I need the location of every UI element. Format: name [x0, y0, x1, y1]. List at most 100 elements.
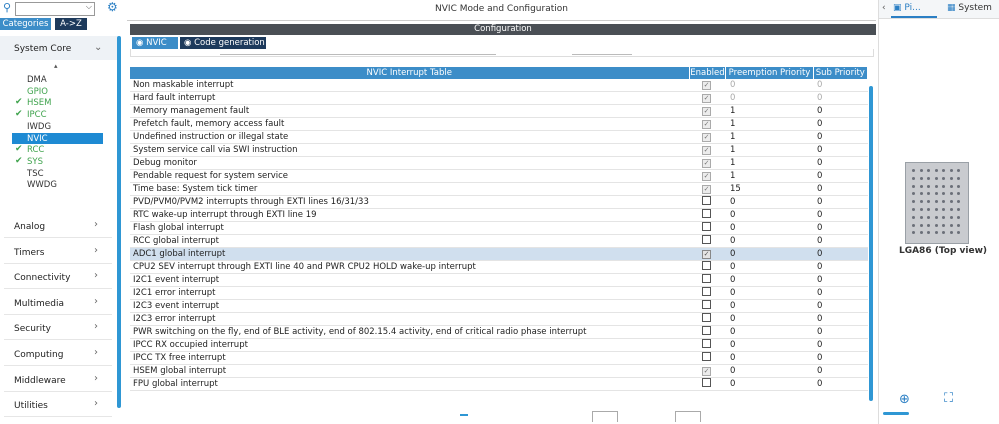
sub-priority[interactable]: 0 [813, 104, 868, 118]
category-item-tsc[interactable]: TSC [27, 169, 103, 180]
enabled-checkbox[interactable]: ✓ [702, 185, 711, 194]
sub-priority[interactable]: 0 [813, 234, 868, 248]
enabled-checkbox[interactable]: ✓ [702, 133, 711, 142]
table-row[interactable]: FPU global interrupt 0 0 [130, 377, 868, 391]
table-row[interactable]: System service call via SWI instruction ✓… [130, 143, 868, 157]
table-row[interactable]: Time base: System tick timer ✓ 15 0 [130, 182, 868, 196]
sub-priority[interactable]: 0 [813, 299, 868, 313]
preemption-priority[interactable]: 0 [725, 221, 814, 235]
enabled-checkbox[interactable] [702, 222, 711, 231]
chevron-down-icon[interactable]: ⌄ [94, 42, 102, 53]
chevron-right-icon[interactable]: › [94, 219, 98, 230]
sub-priority[interactable]: 0 [813, 143, 868, 157]
table-row[interactable]: ADC1 global interrupt ✓ 0 0 [130, 247, 868, 261]
section-middleware[interactable]: Middleware [14, 376, 66, 386]
column-header-name[interactable]: NVIC Interrupt Table [130, 67, 690, 79]
category-item-iwdg[interactable]: IWDG [27, 122, 103, 133]
preemption-priority[interactable]: 15 [725, 182, 814, 196]
table-row[interactable]: Pendable request for system service ✓ 1 0 [130, 169, 868, 183]
sub-priority[interactable]: 0 [813, 91, 868, 105]
enabled-checkbox[interactable] [702, 313, 711, 322]
left-scrollbar[interactable] [117, 36, 121, 408]
table-row[interactable]: PVD/PVM0/PVM2 interrupts through EXTI li… [130, 195, 868, 209]
sub-priority[interactable]: 0 [813, 338, 868, 352]
table-row[interactable]: Prefetch fault, memory access fault ✓ 1 0 [130, 117, 868, 131]
filter-dropdown[interactable] [572, 50, 632, 55]
fit-screen-icon[interactable]: ⛶ [944, 391, 953, 406]
enabled-checkbox[interactable]: ✓ [702, 120, 711, 129]
section-utilities[interactable]: Utilities [14, 401, 48, 411]
chevron-right-icon[interactable]: › [94, 347, 98, 358]
enabled-checkbox[interactable] [702, 352, 711, 361]
section-security[interactable]: Security [14, 324, 51, 334]
preemption-priority[interactable]: 0 [725, 364, 814, 378]
category-item-gpio[interactable]: GPIO [27, 87, 103, 98]
table-row[interactable]: RTC wake-up interrupt through EXTI line … [130, 208, 868, 222]
filter-field[interactable] [220, 50, 496, 55]
chevron-right-icon[interactable]: › [94, 296, 98, 307]
preemption-priority[interactable]: 0 [725, 79, 814, 92]
enabled-checkbox[interactable] [702, 196, 711, 205]
enabled-checkbox[interactable]: ✓ [702, 159, 711, 168]
gear-icon[interactable]: ⚙ [107, 0, 118, 14]
category-item-hsem[interactable]: HSEM [27, 98, 103, 109]
section-timers[interactable]: Timers [14, 248, 44, 258]
sub-priority[interactable]: 0 [813, 377, 868, 391]
preemption-priority[interactable]: 0 [725, 338, 814, 352]
table-row[interactable]: HSEM global interrupt ✓ 0 0 [130, 364, 868, 378]
preemption-priority[interactable]: 1 [725, 130, 814, 144]
chevron-right-icon[interactable]: › [94, 398, 98, 409]
enabled-checkbox[interactable]: ✓ [702, 172, 711, 181]
sub-priority[interactable]: 0 [813, 79, 868, 92]
tab-nvic[interactable]: ◉ NVIC [132, 37, 178, 49]
section-analog[interactable]: Analog [14, 222, 45, 232]
sort-icon[interactable]: ▴ [54, 62, 58, 70]
preemption-priority[interactable]: 0 [725, 208, 814, 222]
table-row[interactable]: Undefined instruction or illegal state ✓ 1… [130, 130, 868, 144]
chip-package[interactable] [905, 162, 969, 244]
right-scrollbar[interactable] [883, 412, 909, 415]
section-multimedia[interactable]: Multimedia [14, 299, 64, 309]
preemption-priority[interactable]: 0 [725, 195, 814, 209]
tab-categories[interactable]: Categories [0, 18, 51, 30]
tab-pinout-view[interactable]: ▣ Pi... [893, 3, 921, 13]
chevron-right-icon[interactable]: › [94, 270, 98, 281]
enabled-checkbox[interactable] [702, 300, 711, 309]
tab-system-view[interactable]: ▦ System [947, 3, 992, 13]
preemption-priority[interactable]: 1 [725, 104, 814, 118]
enabled-checkbox[interactable] [702, 326, 711, 335]
sub-priority[interactable]: 0 [813, 208, 868, 222]
table-row[interactable]: IPCC RX occupied interrupt 0 0 [130, 338, 868, 352]
section-computing[interactable]: Computing [14, 350, 63, 360]
preemption-priority[interactable]: 1 [725, 169, 814, 183]
enabled-checkbox[interactable]: ✓ [702, 146, 711, 155]
column-header-enabled[interactable]: Enabled [689, 67, 727, 79]
table-row[interactable]: RCC global interrupt 0 0 [130, 234, 868, 248]
enabled-checkbox[interactable] [702, 235, 711, 244]
preemption-priority[interactable]: 0 [725, 247, 814, 261]
preemption-priority[interactable]: 0 [725, 351, 814, 365]
category-item-rcc[interactable]: RCC [27, 145, 103, 156]
sub-priority[interactable]: 0 [813, 130, 868, 144]
sub-priority[interactable]: 0 [813, 221, 868, 235]
table-row[interactable]: I2C3 error interrupt 0 0 [130, 312, 868, 326]
category-item-ipcc[interactable]: IPCC [27, 110, 103, 121]
preemption-priority[interactable]: 1 [725, 117, 814, 131]
sub-priority[interactable]: 0 [813, 312, 868, 326]
preemption-priority[interactable]: 0 [725, 260, 814, 274]
table-row[interactable]: Debug monitor ✓ 1 0 [130, 156, 868, 170]
chevron-left-icon[interactable]: ‹ [882, 3, 886, 13]
enabled-checkbox[interactable] [702, 274, 711, 283]
sub-priority[interactable]: 0 [813, 260, 868, 274]
table-row[interactable]: Non maskable interrupt ✓ 0 0 [130, 79, 868, 92]
enabled-checkbox[interactable] [702, 261, 711, 270]
table-row[interactable]: Flash global interrupt 0 0 [130, 221, 868, 235]
sub-priority[interactable]: 0 [813, 182, 868, 196]
tab-code-generation[interactable]: ◉ Code generation [180, 37, 266, 49]
preemption-priority[interactable]: 1 [725, 143, 814, 157]
preemption-priority[interactable]: 0 [725, 312, 814, 326]
zoom-in-icon[interactable]: ⊕ [899, 392, 910, 407]
enabled-checkbox[interactable]: ✓ [702, 107, 711, 116]
sub-priority[interactable]: 0 [813, 169, 868, 183]
enabled-checkbox[interactable] [702, 287, 711, 296]
